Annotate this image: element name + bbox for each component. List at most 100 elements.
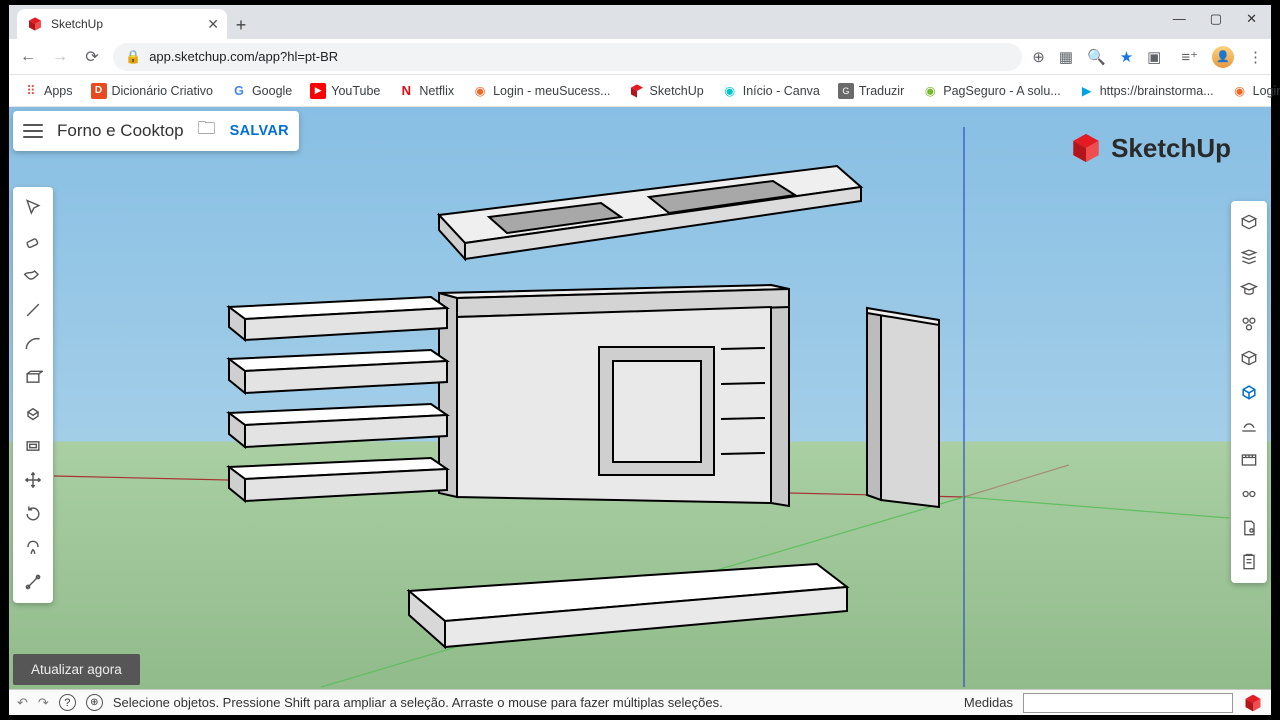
bookmark-icon: D — [91, 83, 107, 99]
window-maximize-icon[interactable]: ▢ — [1210, 11, 1222, 27]
viewport-background — [9, 107, 1271, 715]
shadow-panel-icon[interactable] — [1234, 411, 1264, 441]
bookmark-item[interactable]: ◉PagSeguro - A solu... — [916, 80, 1066, 102]
zoom-icon[interactable]: 🔍 — [1087, 48, 1106, 66]
zoom-plus-icon[interactable]: ⊕ — [1032, 48, 1045, 66]
bookmark-label: Traduzir — [859, 84, 904, 98]
bookmark-label: Netflix — [419, 84, 454, 98]
youtube-icon: ▶ — [310, 83, 326, 99]
url-field[interactable]: 🔒 app.sketchup.com/app?hl=pt-BR — [113, 43, 1022, 71]
styles-panel-icon[interactable] — [1234, 343, 1264, 373]
window-minimize-icon[interactable]: — — [1173, 11, 1186, 27]
bookmark-item[interactable]: D Dicionário Criativo — [85, 80, 219, 102]
lock-icon: 🔒 — [125, 49, 141, 65]
bookmark-item[interactable]: ▶ https://brainstorma... — [1073, 80, 1220, 102]
help-icon[interactable]: ? — [59, 694, 76, 711]
bookmarks-bar: ⠿ Apps D Dicionário Criativo G Google ▶YouT… — [9, 75, 1271, 107]
bookmark-item[interactable]: G Traduzir — [832, 80, 910, 102]
scenes-panel-icon[interactable] — [1234, 445, 1264, 475]
file-title: Forno e Cooktop — [57, 121, 184, 141]
canva-icon: ◉ — [722, 83, 738, 99]
pushpull-tool-icon[interactable] — [18, 397, 48, 427]
components-panel-icon[interactable] — [1234, 309, 1264, 339]
views-panel-icon[interactable] — [1234, 207, 1264, 237]
bookmark-label: Google — [252, 84, 292, 98]
status-hint: Selecione objetos. Pressione Shift para … — [113, 695, 954, 710]
readlist-icon[interactable]: ▣ — [1147, 48, 1161, 66]
redo-icon[interactable]: ↷ — [38, 695, 49, 711]
sketchup-logo: SketchUp — [1069, 131, 1231, 165]
bookmark-item[interactable]: ◉ Login - meuSucess... — [466, 80, 616, 102]
tab-title: SketchUp — [51, 17, 103, 31]
tape-tool-icon[interactable] — [18, 567, 48, 597]
materials-panel-icon[interactable] — [1234, 377, 1264, 407]
status-bar: ↶ ↷ ? ⊕ Selecione objetos. Pressione Shi… — [9, 689, 1271, 715]
window-close-icon[interactable]: ✕ — [1246, 11, 1257, 27]
report-panel-icon[interactable] — [1234, 547, 1264, 577]
update-now-button[interactable]: Atualizar agora — [13, 654, 140, 685]
bookmark-item[interactable]: ◉ Início - Canva — [716, 80, 826, 102]
nav-reload-icon[interactable]: ⟳ — [81, 46, 103, 68]
layers-panel-icon[interactable] — [1234, 241, 1264, 271]
bookmark-label: Início - Canva — [743, 84, 820, 98]
measure-label: Medidas — [964, 695, 1013, 710]
readinglist-icon[interactable]: ≡⁺ — [1181, 48, 1198, 66]
browser-titlebar: SketchUp ✕ + — ▢ ✕ — [9, 5, 1271, 39]
browser-tab[interactable]: SketchUp ✕ — [17, 9, 227, 39]
extension-icon[interactable]: ▦ — [1059, 48, 1073, 66]
move-tool-icon[interactable] — [18, 465, 48, 495]
instructor-panel-icon[interactable] — [1234, 275, 1264, 305]
profile-avatar-icon[interactable]: 👤 — [1212, 46, 1234, 68]
bookmark-item[interactable]: G Google — [225, 80, 298, 102]
sketchup-icon — [629, 83, 645, 99]
bookmark-label: Apps — [44, 84, 73, 98]
folder-icon[interactable]: 🗀 — [198, 116, 216, 146]
bookmark-label: Dicionário Criativo — [112, 84, 213, 98]
language-icon[interactable]: ⊕ — [86, 694, 103, 711]
sketchup-cube-icon — [1069, 131, 1103, 165]
bookmark-item[interactable]: SketchUp — [623, 80, 710, 102]
nav-forward-icon: → — [49, 46, 71, 68]
paint-tool-icon[interactable] — [18, 261, 48, 291]
undo-icon[interactable]: ↶ — [17, 695, 28, 711]
rectangle-tool-icon[interactable] — [18, 363, 48, 393]
translate-icon: G — [838, 83, 854, 99]
measure-input[interactable] — [1023, 693, 1233, 713]
line-tool-icon[interactable] — [18, 295, 48, 325]
offset-tool-icon[interactable] — [18, 431, 48, 461]
entity-panel-icon[interactable] — [1234, 513, 1264, 543]
scale-tool-icon[interactable] — [18, 533, 48, 563]
bookmark-icon: ◉ — [472, 83, 488, 99]
bookmark-icon: ◉ — [1232, 83, 1248, 99]
save-button[interactable]: SALVAR — [230, 123, 289, 139]
bookmark-item[interactable]: ▶YouTube — [304, 80, 386, 102]
new-tab-button[interactable]: + — [227, 11, 255, 39]
select-tool-icon[interactable] — [18, 193, 48, 223]
apps-grid-icon: ⠿ — [23, 83, 39, 99]
right-panel-tray — [1231, 201, 1267, 583]
bookmark-item[interactable]: NNetflix — [392, 80, 460, 102]
tab-close-icon[interactable]: ✕ — [207, 16, 219, 33]
update-button-label: Atualizar agora — [31, 662, 122, 677]
bookmark-label: https://brainstorma... — [1100, 84, 1214, 98]
bookmark-label: Login - meuSucess... — [493, 84, 610, 98]
sketchup-favicon-icon — [27, 16, 43, 32]
bookmark-icon: ◉ — [922, 83, 938, 99]
product-label: SketchUp — [1111, 133, 1231, 164]
google-icon: G — [231, 83, 247, 99]
left-toolbar — [13, 187, 53, 603]
bookmark-item[interactable]: ◉Login — [1226, 80, 1280, 102]
bookmark-star-icon[interactable]: ★ — [1120, 48, 1133, 66]
arc-tool-icon[interactable] — [18, 329, 48, 359]
browser-menu-icon[interactable]: ⋮ — [1248, 48, 1263, 66]
sketchup-mini-icon[interactable] — [1243, 693, 1263, 713]
menu-icon[interactable] — [23, 124, 43, 138]
rotate-tool-icon[interactable] — [18, 499, 48, 529]
bookmark-icon: ▶ — [1079, 83, 1095, 99]
bookmarks-apps[interactable]: ⠿ Apps — [17, 80, 79, 102]
eraser-tool-icon[interactable] — [18, 227, 48, 257]
bookmark-label: SketchUp — [650, 84, 704, 98]
display-panel-icon[interactable] — [1234, 479, 1264, 509]
nav-back-icon[interactable]: ← — [17, 46, 39, 68]
app-topbar: Forno e Cooktop 🗀 SALVAR — [13, 111, 299, 151]
